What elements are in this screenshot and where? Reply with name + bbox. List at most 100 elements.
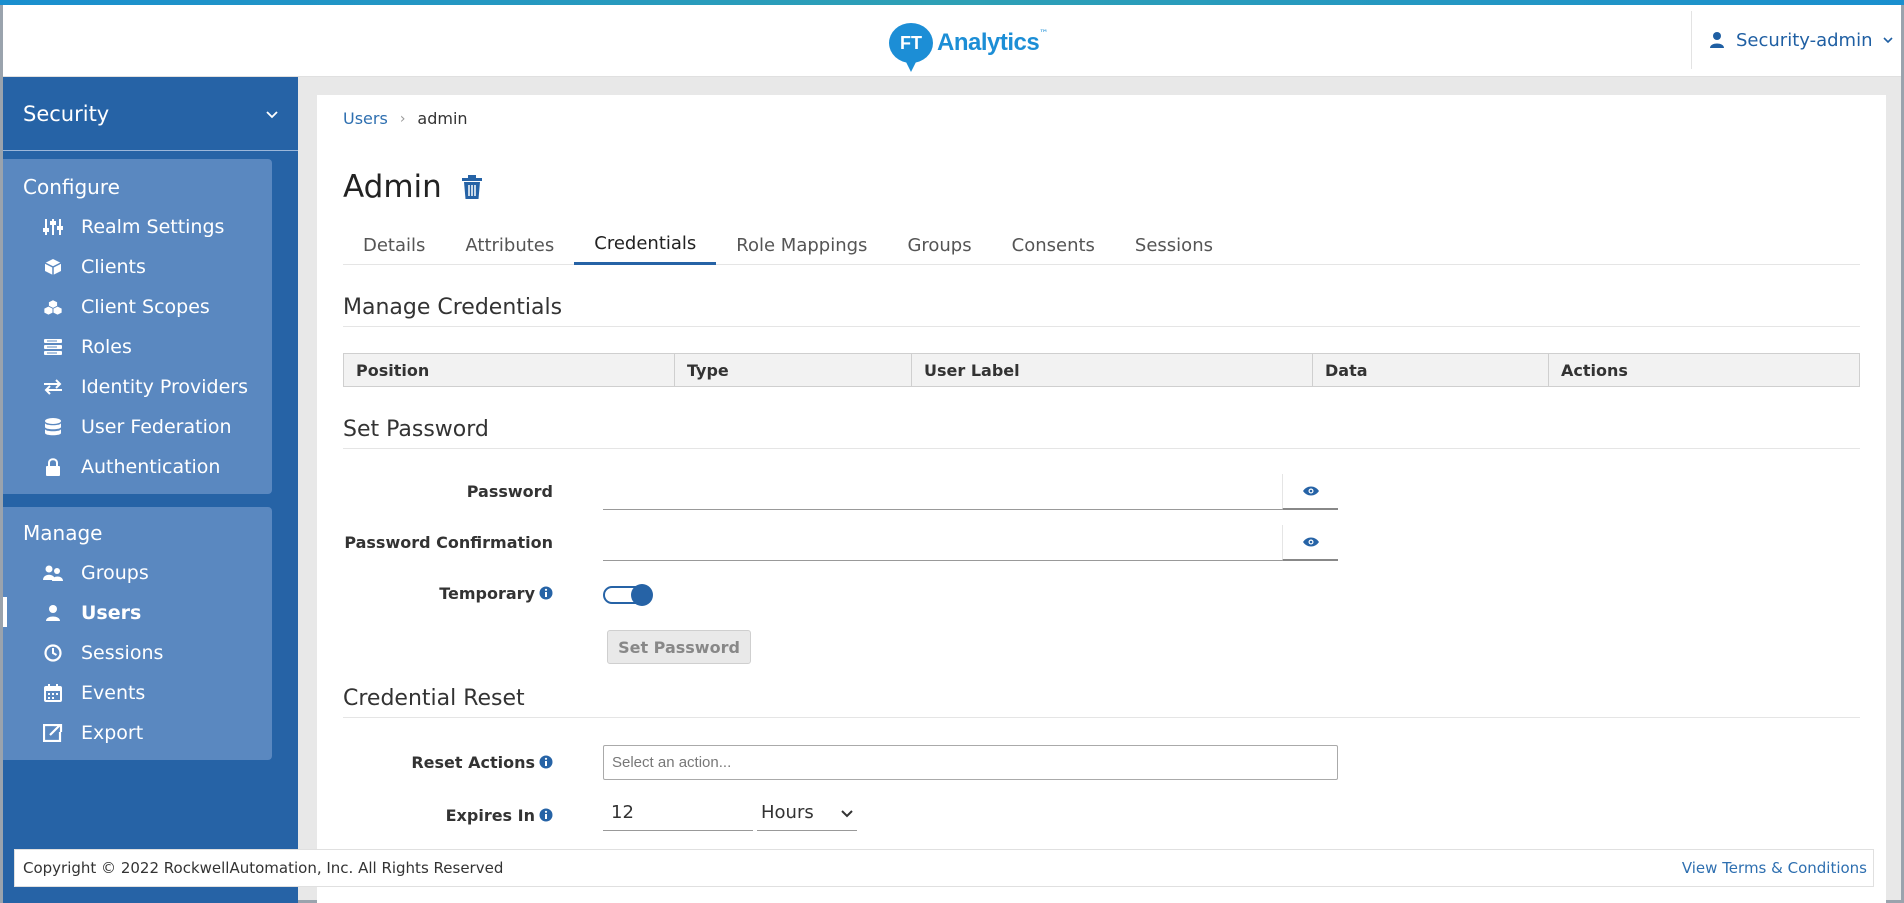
tab-role-mappings[interactable]: Role Mappings [716, 225, 887, 265]
main-content: Users › admin Admin Details Attributes C… [317, 95, 1886, 903]
realm-name: Security [23, 101, 110, 126]
reset-actions-label: Reset Actions [343, 751, 553, 773]
sidebar-item-label: User Federation [81, 416, 232, 438]
info-icon[interactable] [539, 808, 553, 822]
terms-link[interactable]: View Terms & Conditions [1682, 859, 1867, 877]
toggle-knob [631, 584, 653, 606]
database-icon [43, 418, 63, 436]
password-confirmation-label: Password Confirmation [343, 531, 553, 553]
nav-group-title: Configure [23, 175, 120, 199]
expires-in-input[interactable]: 12 [603, 795, 753, 831]
reset-actions-placeholder: Select an action... [612, 754, 732, 771]
list-icon [43, 338, 63, 356]
eye-icon [1302, 486, 1319, 496]
sidebar-item-label: Clients [81, 256, 146, 278]
page-footer: Copyright © 2022 RockwellAutomation, Inc… [14, 849, 1874, 887]
show-confirmation-button[interactable] [1282, 525, 1338, 561]
temporary-label: Temporary [343, 582, 553, 604]
sidebar-item-authentication[interactable]: Authentication [3, 447, 272, 487]
tab-attributes[interactable]: Attributes [445, 225, 574, 265]
temporary-label-text: Temporary [439, 583, 535, 603]
column-header-data[interactable]: Data [1313, 354, 1549, 386]
password-confirmation-label-text: Password Confirmation [344, 532, 553, 552]
sidebar-item-label: Events [81, 682, 146, 704]
sidebar: Security Configure Realm Settings Client… [3, 77, 298, 903]
password-field[interactable] [603, 474, 1338, 510]
nav-group-title: Manage [23, 521, 103, 545]
breadcrumb-separator-icon: › [399, 110, 406, 127]
expires-unit-select[interactable]: Hours [757, 795, 857, 831]
sliders-icon [43, 218, 63, 236]
sidebar-item-roles[interactable]: Roles [3, 327, 272, 367]
user-icon [43, 604, 63, 622]
calendar-icon [43, 684, 63, 702]
chevron-down-icon [1882, 37, 1893, 44]
info-icon[interactable] [539, 586, 553, 600]
eye-icon [1302, 537, 1319, 547]
sidebar-item-groups[interactable]: Groups [3, 553, 272, 593]
cubes-icon [43, 298, 63, 316]
sidebar-item-label: Sessions [81, 642, 164, 664]
sidebar-item-events[interactable]: Events [3, 673, 272, 713]
credentials-table-header: Position Type User Label Data Actions [343, 353, 1860, 387]
user-icon [1710, 32, 1724, 48]
column-header-user-label[interactable]: User Label [912, 354, 1313, 386]
show-password-button[interactable] [1282, 474, 1338, 510]
sidebar-item-label: Roles [81, 336, 132, 358]
tab-sessions[interactable]: Sessions [1115, 225, 1233, 265]
ft-analytics-logo[interactable]: FT Analytics ™ [889, 15, 1049, 72]
set-password-button[interactable]: Set Password [607, 630, 751, 664]
user-name: Security-admin [1736, 29, 1873, 51]
credential-reset-heading: Credential Reset [343, 686, 1860, 718]
tab-credentials[interactable]: Credentials [574, 225, 717, 265]
tab-details[interactable]: Details [343, 225, 445, 265]
lock-icon [43, 458, 63, 476]
sidebar-item-clients[interactable]: Clients [3, 247, 272, 287]
cube-icon [43, 258, 63, 276]
chevron-down-icon [841, 809, 853, 817]
sidebar-item-realm-settings[interactable]: Realm Settings [3, 207, 272, 247]
column-header-position[interactable]: Position [344, 354, 675, 386]
sidebar-item-label: Realm Settings [81, 216, 225, 238]
tab-groups[interactable]: Groups [887, 225, 991, 265]
reset-actions-select[interactable]: Select an action... [603, 745, 1338, 780]
breadcrumb-current: admin [417, 109, 468, 128]
nav-group-manage: Manage Groups Users Sessions Events Expo… [3, 507, 272, 760]
column-header-actions[interactable]: Actions [1549, 354, 1859, 386]
sidebar-item-label: Authentication [81, 456, 221, 478]
exchange-icon [43, 378, 63, 396]
clock-icon [43, 644, 63, 662]
tab-bar: Details Attributes Credentials Role Mapp… [343, 225, 1860, 265]
user-menu-button[interactable]: Security-admin [1691, 11, 1901, 69]
trash-icon[interactable] [461, 175, 482, 199]
nav-group-configure: Configure Realm Settings Clients Client … [3, 159, 272, 494]
expires-in-label: Expires In [343, 804, 553, 826]
page-title-text: Admin [343, 169, 442, 205]
sidebar-item-label: Groups [81, 562, 149, 584]
password-confirmation-field[interactable] [603, 525, 1338, 561]
temporary-toggle[interactable] [603, 584, 653, 606]
sidebar-item-client-scopes[interactable]: Client Scopes [3, 287, 272, 327]
expires-unit-value: Hours [761, 802, 814, 823]
expires-in-label-text: Expires In [445, 805, 535, 825]
sidebar-item-label: Identity Providers [81, 376, 248, 398]
breadcrumb-users-link[interactable]: Users [343, 109, 388, 128]
set-password-heading: Set Password [343, 417, 1860, 449]
manage-credentials-heading: Manage Credentials [343, 295, 1860, 327]
page-title: Admin [343, 169, 482, 205]
logo-trademark: ™ [1039, 29, 1049, 39]
sidebar-item-users[interactable]: Users [3, 593, 272, 633]
export-icon [43, 724, 63, 742]
sidebar-item-user-federation[interactable]: User Federation [3, 407, 272, 447]
realm-selector[interactable]: Security [3, 77, 298, 151]
reset-actions-label-text: Reset Actions [411, 752, 535, 772]
tab-consents[interactable]: Consents [992, 225, 1115, 265]
column-header-type[interactable]: Type [675, 354, 912, 386]
sidebar-item-export[interactable]: Export [3, 713, 272, 753]
sidebar-item-sessions[interactable]: Sessions [3, 633, 272, 673]
sidebar-item-label: Users [81, 602, 142, 624]
sidebar-item-label: Client Scopes [81, 296, 210, 318]
sidebar-item-identity-providers[interactable]: Identity Providers [3, 367, 272, 407]
app-header: FT Analytics ™ Security-admin [3, 5, 1901, 77]
info-icon[interactable] [539, 755, 553, 769]
